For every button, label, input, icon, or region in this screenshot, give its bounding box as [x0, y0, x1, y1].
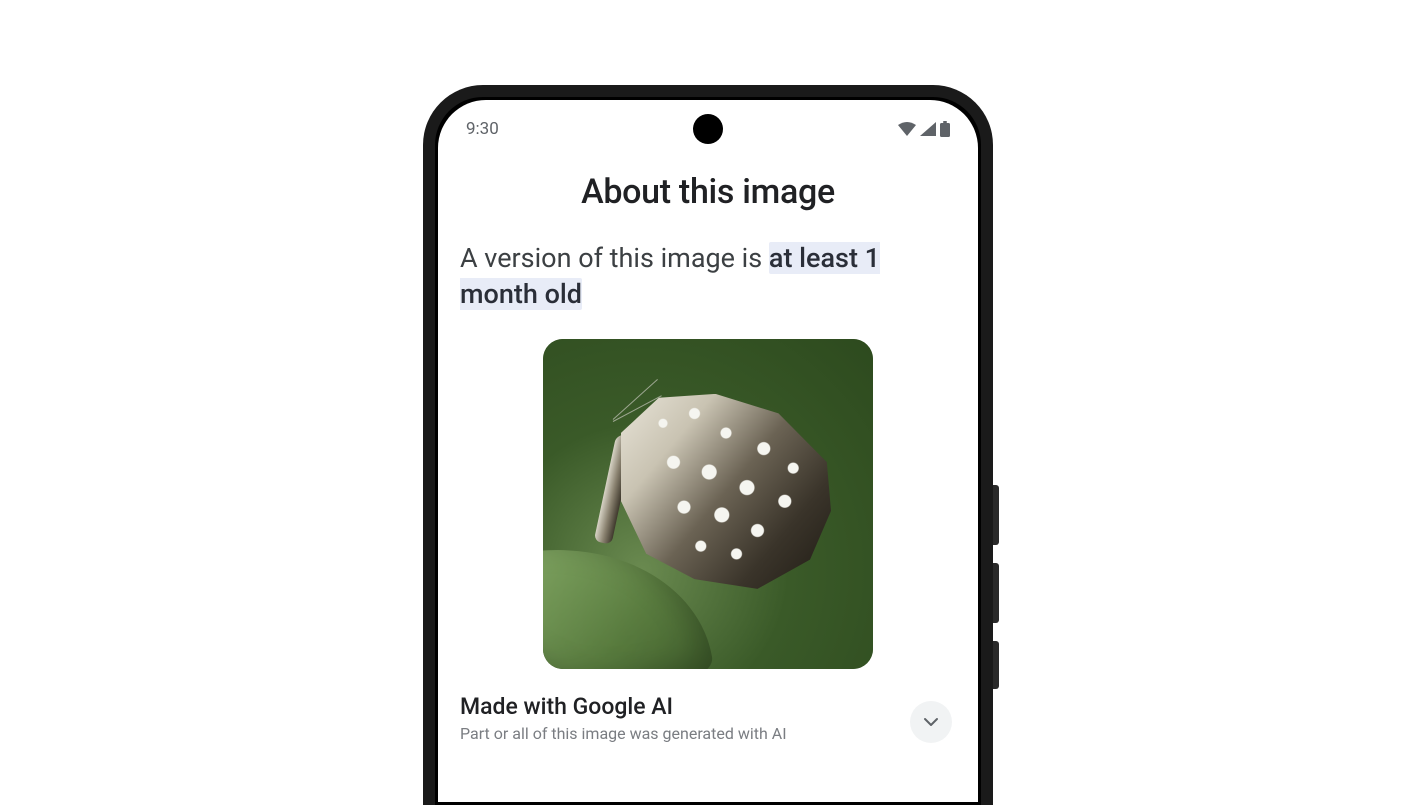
page-title: About this image	[460, 172, 956, 212]
chevron-down-icon	[922, 713, 940, 731]
ai-disclosure-card[interactable]: Made with Google AI Part or all of this …	[460, 691, 956, 743]
image-age-description: A version of this image is at least 1 mo…	[460, 240, 956, 313]
content-area: About this image A version of this image…	[438, 148, 978, 743]
card-title: Made with Google AI	[460, 693, 910, 720]
phone-side-buttons	[993, 485, 999, 707]
phone-mockup: 9:30 About this image A version of this …	[423, 85, 993, 805]
card-text: Made with Google AI Part or all of this …	[460, 693, 910, 743]
status-time: 9:30	[466, 119, 499, 139]
image-preview-container	[460, 339, 956, 669]
wifi-icon	[898, 122, 916, 136]
description-prefix: A version of this image is	[460, 242, 769, 274]
signal-icon	[920, 122, 936, 136]
status-bar: 9:30	[438, 100, 978, 148]
phone-screen: 9:30 About this image A version of this …	[438, 100, 978, 802]
image-preview[interactable]	[543, 339, 873, 669]
power-button	[993, 641, 999, 689]
phone-frame: 9:30 About this image A version of this …	[423, 85, 993, 805]
expand-button[interactable]	[910, 701, 952, 743]
battery-icon	[940, 121, 950, 137]
volume-up-button	[993, 485, 999, 545]
front-camera	[693, 114, 723, 144]
volume-down-button	[993, 563, 999, 623]
card-subtitle: Part or all of this image was generated …	[460, 724, 910, 743]
status-icons	[898, 121, 950, 137]
